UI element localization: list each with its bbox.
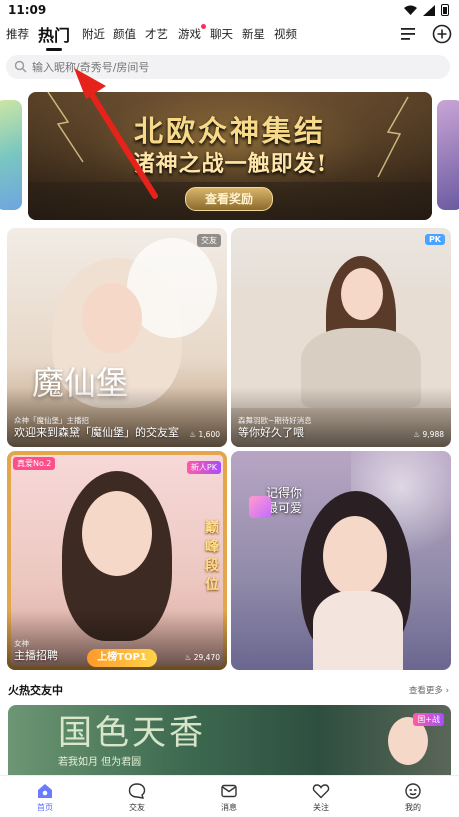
streamer-face [82,491,152,576]
top-rank-badge: 上榜TOP1 [87,649,157,667]
banner-title: 北欧众神集结 [133,114,326,148]
search-input[interactable] [32,58,432,76]
status-time: 11:09 [8,3,47,17]
viewer-count-value: 1,600 [198,430,220,439]
nav-me-label: 我的 [405,803,421,812]
heart-icon [312,784,330,799]
status-bar: 11:09 [0,0,459,20]
live-room-card[interactable]: 魔仙堡 交友 众神「魔仙堡」主播招 欢迎来到森黛「魔仙堡」的交友室 ♨ 1,60… [7,228,227,447]
overlay-text: 记得你最可爱 [266,486,303,515]
live-room-card[interactable]: PK 森舞羽欧~期待好消息 等你好久了喂 ♨ 9,988 [231,228,451,447]
nav-home-label: 首页 [37,803,53,812]
tab-hot[interactable]: 热门 [38,22,70,51]
tab-chat[interactable]: 聊天 [210,26,233,42]
banner-subtitle: 诸神之战一触即发! [132,151,328,177]
notification-dot [201,24,206,29]
viewer-count-value: 9,988 [422,430,444,439]
nav-messages[interactable]: 消息 [204,782,254,813]
nav-messages-label: 消息 [221,803,237,812]
tab-looks[interactable]: 颜值 [113,26,136,42]
live-room-card[interactable]: 巅峰段位 上榜TOP1 真爱No.2 新人PK 女神 主播招聘 ♨ 29,470 [7,451,227,670]
card-title: 主播招聘 [14,649,58,662]
message-icon [221,784,237,798]
search-bar[interactable] [6,55,450,79]
featured-tag: 国+战 [413,713,444,726]
ranking-badge: 真爱No.2 [13,457,56,470]
pk-badge: PK [424,234,445,245]
viewer-count: ♨ 29,470 [184,653,220,662]
featured-banner[interactable]: 国色天香 若我如月 但为君圆 国+战 [8,705,451,775]
search-icon [14,60,27,73]
gift-icon [249,496,271,518]
menu-icon[interactable] [401,27,417,41]
card-title: 等你好久了喂 [238,426,304,439]
tab-games-label: 游戏 [178,27,201,41]
streamer-face [323,516,387,596]
event-banner[interactable]: 北欧众神集结 诸神之战一触即发! 查看奖励 [28,92,432,220]
system-icons [404,4,449,16]
wifi-icon [404,5,417,15]
tab-recommend[interactable]: 推荐 [6,26,29,42]
section-title: 火热交友中 [8,684,63,697]
add-icon[interactable] [432,24,452,44]
category-badge: 交友 [197,234,221,247]
live-room-card[interactable]: 记得你最可爱 [231,451,451,670]
view-more-label: 查看更多 [408,686,443,696]
carousel-prev-card[interactable] [0,100,22,210]
view-rewards-button[interactable]: 查看奖励 [185,187,273,211]
category-tabs: 推荐 热门 附近 颜值 才艺 游戏 聊天 新星 视频 [0,22,459,51]
view-more-link[interactable]: 查看更多 › [409,684,449,696]
nav-following-label: 关注 [313,803,329,812]
viewer-count-value: 29,470 [193,653,220,662]
bottom-nav: 首页 交友 消息 关注 我的 [0,775,459,817]
tab-video[interactable]: 视频 [274,26,297,42]
streamer-body [313,591,403,670]
profile-icon [405,783,421,799]
nav-social-label: 交友 [129,803,145,812]
signal-icon [423,4,435,16]
battery-icon [441,4,449,16]
tab-games[interactable]: 游戏 [178,24,206,42]
tab-talent[interactable]: 才艺 [145,26,168,42]
nav-home[interactable]: 首页 [20,782,70,813]
new-pk-badge: 新人PK [186,461,221,474]
nav-social[interactable]: 交友 [112,782,162,813]
featured-title: 国色天香 [58,713,206,753]
streamer-face [82,283,142,353]
card-title: 欢迎来到森黛「魔仙堡」的交友室 [14,426,179,439]
nav-following[interactable]: 关注 [296,782,346,813]
nav-me[interactable]: 我的 [388,782,438,813]
carousel-next-card[interactable] [437,100,459,210]
tab-nearby[interactable]: 附近 [82,26,105,42]
tab-new-stars[interactable]: 新星 [242,26,265,42]
streamer-face [341,268,383,320]
viewer-count: ♨ 1,600 [189,430,220,439]
chat-bubble-icon [128,783,146,799]
home-icon [38,784,52,798]
featured-subtitle: 若我如月 但为君圆 [58,757,142,768]
overlay-text: 巅峰段位 [205,520,219,593]
viewer-count: ♨ 9,988 [413,430,444,439]
